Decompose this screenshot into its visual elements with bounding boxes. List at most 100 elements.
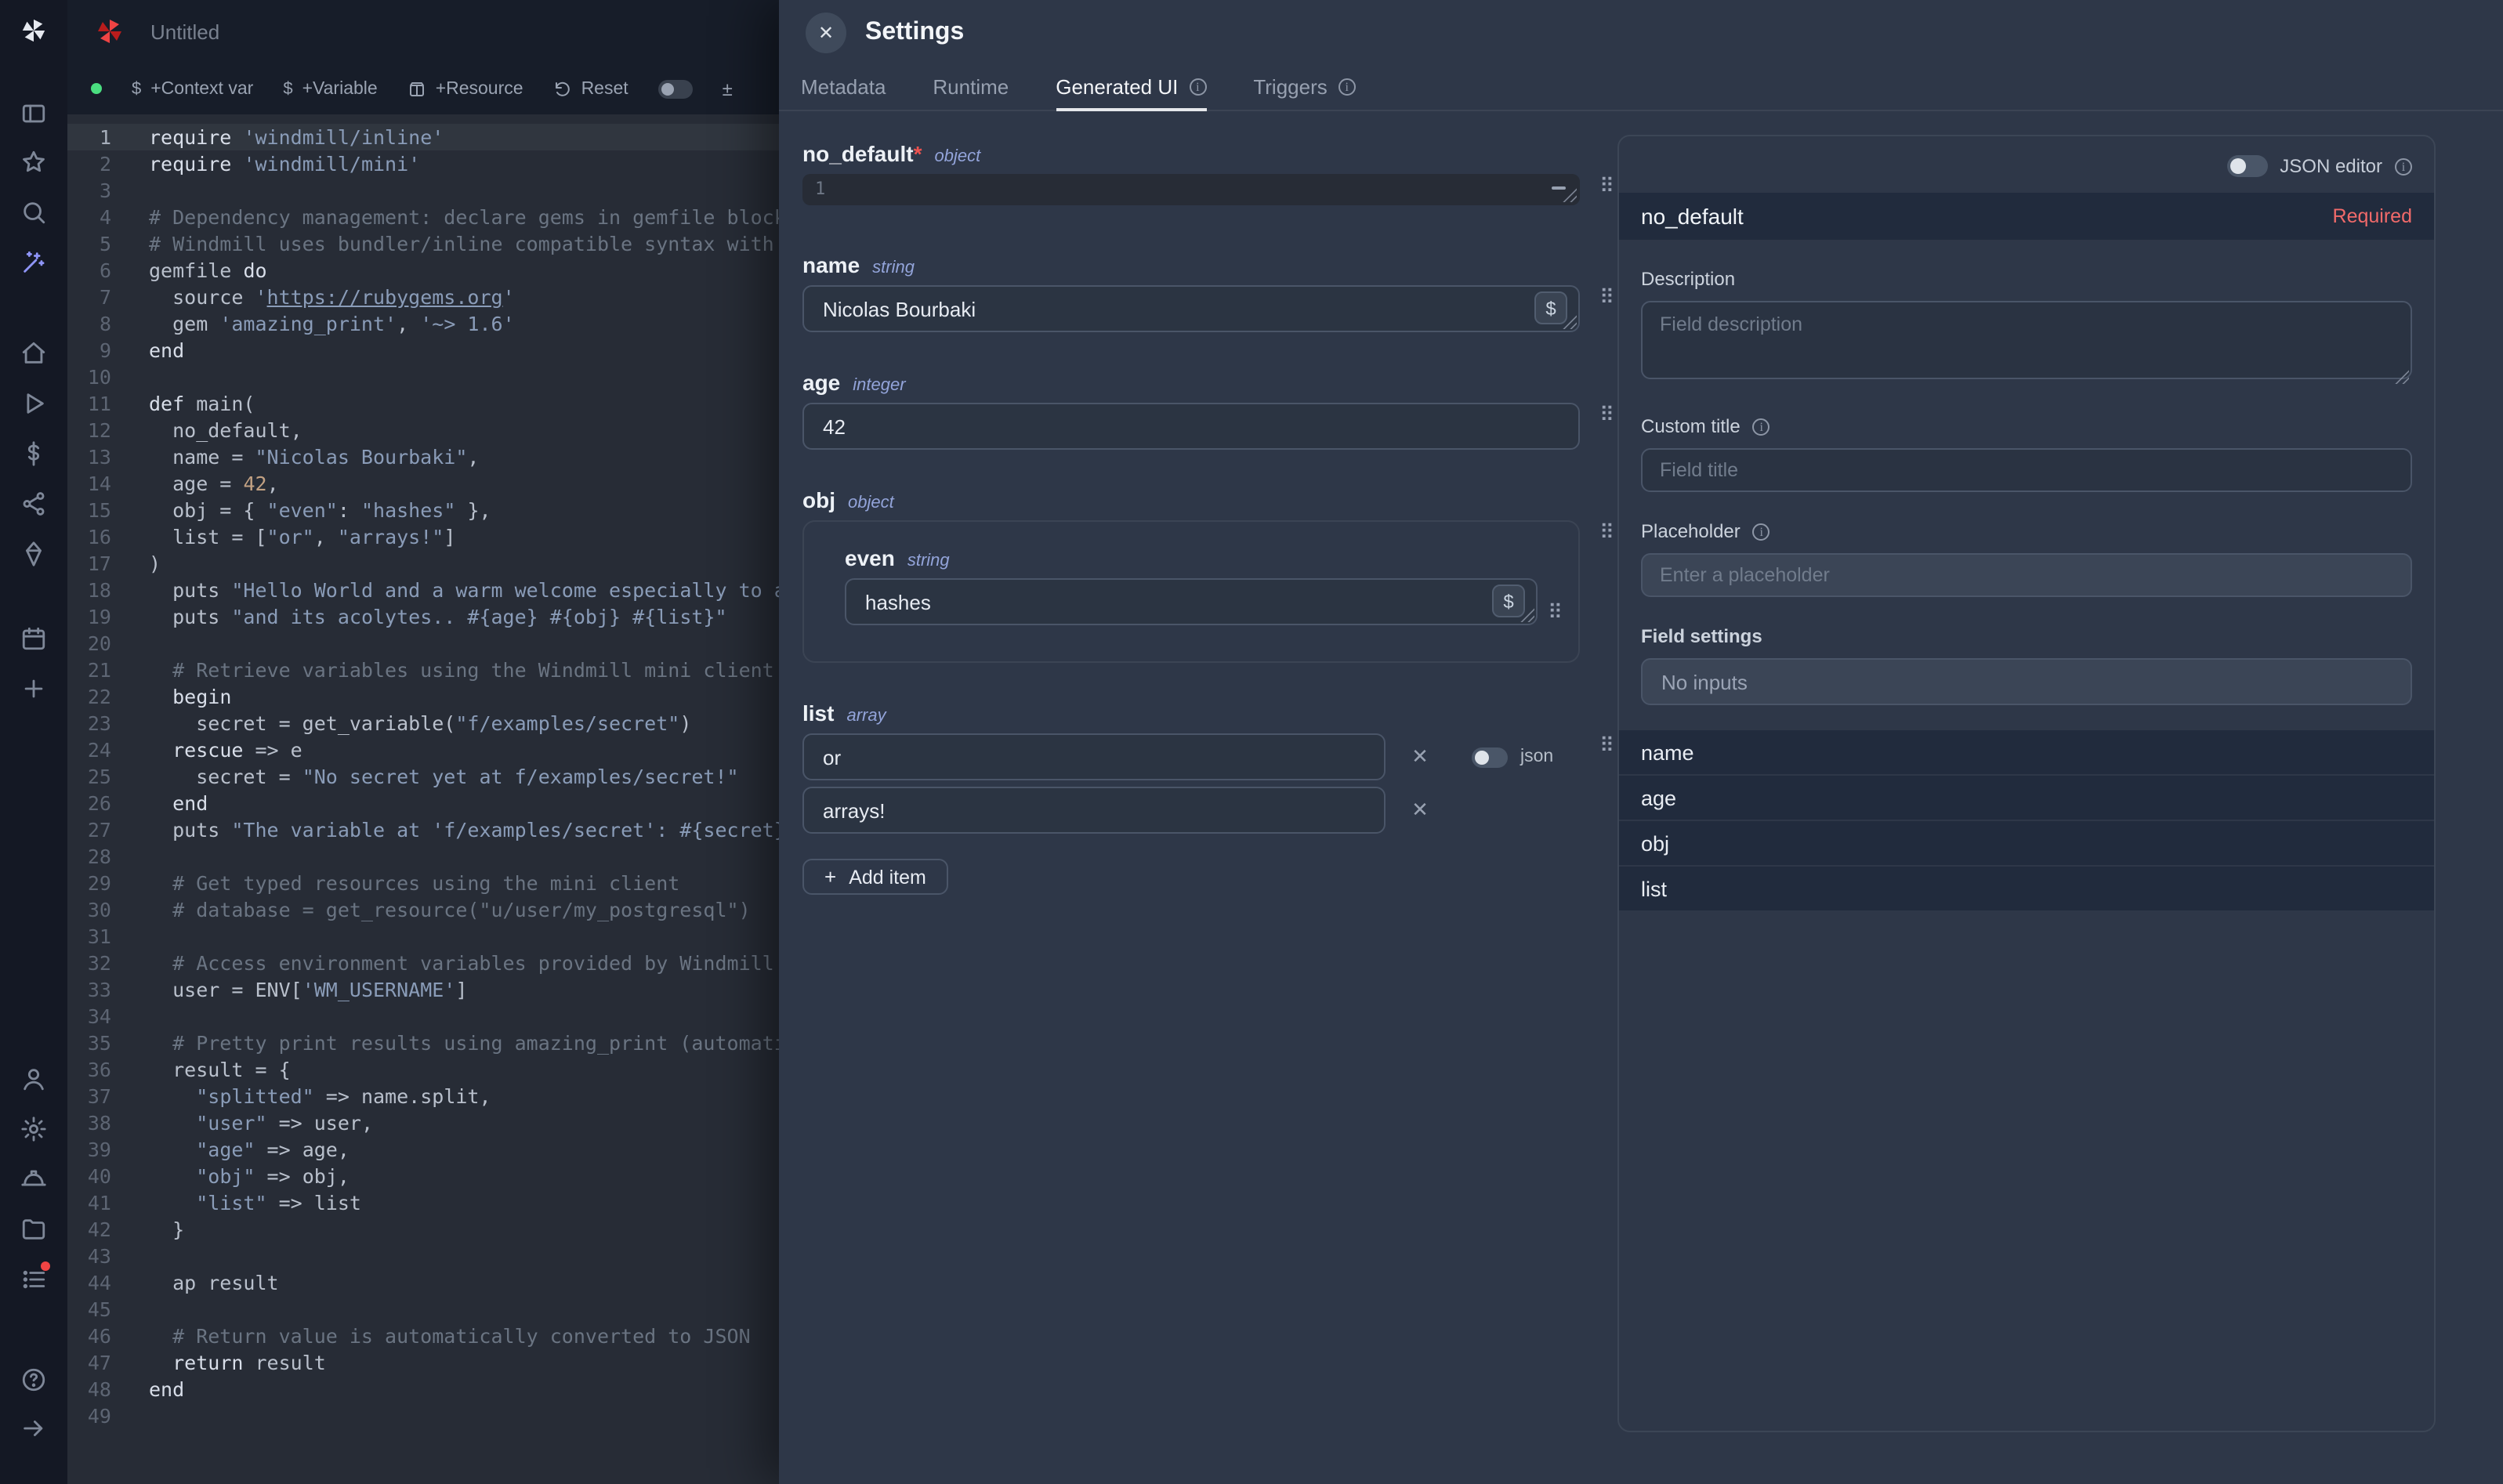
field-row-list[interactable]: list bbox=[1619, 867, 2434, 912]
description-textarea[interactable] bbox=[1641, 301, 2412, 379]
drag-handle-icon[interactable]: ⠿ bbox=[1548, 600, 1563, 625]
close-icon: ✕ bbox=[818, 24, 834, 42]
search-icon[interactable] bbox=[20, 199, 47, 226]
dollar-icon[interactable] bbox=[20, 440, 47, 467]
placeholder-input[interactable] bbox=[1641, 553, 2412, 597]
settings-header: ✕ Settings bbox=[779, 0, 2503, 66]
info-icon[interactable] bbox=[1753, 418, 1770, 435]
collapse-editor-icon[interactable] bbox=[1549, 180, 1569, 196]
form-column: no_default* object 1 ⠿ name string bbox=[802, 141, 1580, 932]
selected-field-name: no_default bbox=[1641, 204, 1744, 229]
code-line: 28 bbox=[67, 843, 779, 870]
code-line: 34 bbox=[67, 1003, 779, 1030]
drag-handle-icon[interactable]: ⠿ bbox=[1599, 176, 1614, 197]
list-item-input[interactable] bbox=[802, 733, 1386, 780]
help-icon[interactable] bbox=[20, 1366, 47, 1393]
play-icon[interactable] bbox=[20, 390, 47, 417]
plus-icon[interactable] bbox=[20, 675, 47, 702]
add-resource-button[interactable]: +Resource bbox=[408, 79, 523, 98]
field-name-label: obj bbox=[802, 487, 835, 512]
code-line: 25 secret = "No secret yet at f/examples… bbox=[67, 763, 779, 790]
code-line: 19 puts "and its acolytes.. #{age} #{obj… bbox=[67, 603, 779, 630]
info-icon[interactable] bbox=[1189, 78, 1206, 96]
add-variable-button[interactable]: $ +Variable bbox=[283, 79, 377, 98]
tab-runtime[interactable]: Runtime bbox=[933, 66, 1009, 111]
windmill-logo-icon bbox=[20, 17, 47, 44]
field-settings-label: Field settings bbox=[1641, 625, 2412, 647]
home-icon[interactable] bbox=[20, 340, 47, 367]
json-editor-toggle[interactable] bbox=[2226, 155, 2267, 177]
close-button[interactable]: ✕ bbox=[806, 13, 846, 53]
code-line: 43 bbox=[67, 1243, 779, 1269]
custom-title-input[interactable] bbox=[1641, 448, 2412, 492]
code-line: 40 "obj" => obj, bbox=[67, 1163, 779, 1189]
script-title-input[interactable]: Untitled bbox=[150, 20, 219, 43]
even-input[interactable] bbox=[845, 578, 1538, 625]
field-row-obj[interactable]: obj bbox=[1619, 821, 2434, 867]
field-row-list: name age obj list bbox=[1619, 730, 2434, 912]
field-age: age integer ⠿ bbox=[802, 370, 1580, 450]
dollar-icon: $ bbox=[1503, 590, 1513, 612]
code-line: 21 # Retrieve variables using the Windmi… bbox=[67, 657, 779, 683]
calendar-icon[interactable] bbox=[20, 625, 47, 652]
plus-icon: + bbox=[824, 867, 836, 887]
drag-handle-icon[interactable]: ⠿ bbox=[1599, 522, 1614, 544]
code-line: 20 bbox=[67, 630, 779, 657]
code-line: 37 "splitted" => name.split, bbox=[67, 1083, 779, 1109]
gem-icon[interactable] bbox=[20, 541, 47, 567]
insert-variable-button[interactable]: $ bbox=[1492, 585, 1525, 617]
placeholder-label: Placeholder bbox=[1641, 520, 2412, 542]
field-label-row: no_default* object bbox=[802, 141, 1580, 166]
name-input[interactable] bbox=[802, 285, 1580, 332]
code-line: 6gemfile do bbox=[67, 257, 779, 284]
dollar-icon: $ bbox=[283, 79, 292, 98]
code-line: 23 secret = get_variable("f/examples/sec… bbox=[67, 710, 779, 737]
windmill-brand-logo-icon bbox=[96, 17, 124, 45]
selected-field-row[interactable]: no_default Required bbox=[1619, 193, 2434, 240]
tab-metadata[interactable]: Metadata bbox=[801, 66, 886, 111]
code-line: 46 # Return value is automatically conve… bbox=[67, 1323, 779, 1349]
code-lines[interactable]: 1require 'windmill/inline'2require 'wind… bbox=[67, 114, 779, 1484]
gear-icon[interactable] bbox=[20, 1116, 47, 1142]
drag-handle-icon[interactable]: ⠿ bbox=[1599, 735, 1614, 757]
json-toggle[interactable] bbox=[1472, 747, 1508, 767]
field-row-age[interactable]: age bbox=[1619, 776, 2434, 821]
list-item-row: ✕ bbox=[802, 787, 1580, 834]
panel-icon[interactable] bbox=[20, 100, 47, 127]
add-context-var-button[interactable]: $ +Context var bbox=[132, 79, 253, 98]
no-default-code-input[interactable]: 1 bbox=[802, 174, 1580, 205]
list-item-input[interactable] bbox=[802, 787, 1386, 834]
age-input[interactable] bbox=[802, 403, 1580, 450]
remove-item-button[interactable]: ✕ bbox=[1406, 744, 1434, 769]
magic-wand-icon[interactable] bbox=[20, 249, 47, 276]
editor-topbar: Untitled bbox=[67, 0, 779, 63]
share-icon[interactable] bbox=[20, 490, 47, 517]
code-line: 1require 'windmill/inline' bbox=[67, 124, 779, 150]
add-item-button[interactable]: + Add item bbox=[802, 859, 948, 895]
info-icon[interactable] bbox=[1753, 523, 1770, 540]
info-icon[interactable] bbox=[2395, 157, 2412, 175]
info-icon[interactable] bbox=[1338, 78, 1356, 96]
tab-triggers[interactable]: Triggers bbox=[1253, 66, 1355, 111]
arrow-right-icon[interactable] bbox=[20, 1415, 47, 1442]
drag-handle-icon[interactable]: ⠿ bbox=[1599, 404, 1614, 426]
insert-variable-button[interactable]: $ bbox=[1534, 291, 1567, 324]
code-line: 35 # Pretty print results using amazing_… bbox=[67, 1030, 779, 1056]
close-icon: ✕ bbox=[1411, 744, 1429, 768]
hard-hat-icon[interactable] bbox=[20, 1166, 47, 1193]
tab-generated-ui[interactable]: Generated UI bbox=[1056, 66, 1206, 111]
code-line: 39 "age" => age, bbox=[67, 1136, 779, 1163]
diff-toggle[interactable] bbox=[658, 79, 693, 98]
user-icon[interactable] bbox=[20, 1066, 47, 1092]
required-badge: Required bbox=[2333, 205, 2412, 227]
reset-button[interactable]: Reset bbox=[553, 79, 628, 98]
code-line: 2require 'windmill/mini' bbox=[67, 150, 779, 177]
star-icon[interactable] bbox=[20, 149, 47, 176]
folder-icon[interactable] bbox=[20, 1216, 47, 1243]
code-line: 12 no_default, bbox=[67, 417, 779, 443]
field-row-name[interactable]: name bbox=[1619, 730, 2434, 776]
drag-handle-icon[interactable]: ⠿ bbox=[1599, 287, 1614, 309]
even-input-wrap: $ bbox=[845, 578, 1538, 625]
description-label: Description bbox=[1641, 268, 2412, 290]
remove-item-button[interactable]: ✕ bbox=[1406, 798, 1434, 823]
